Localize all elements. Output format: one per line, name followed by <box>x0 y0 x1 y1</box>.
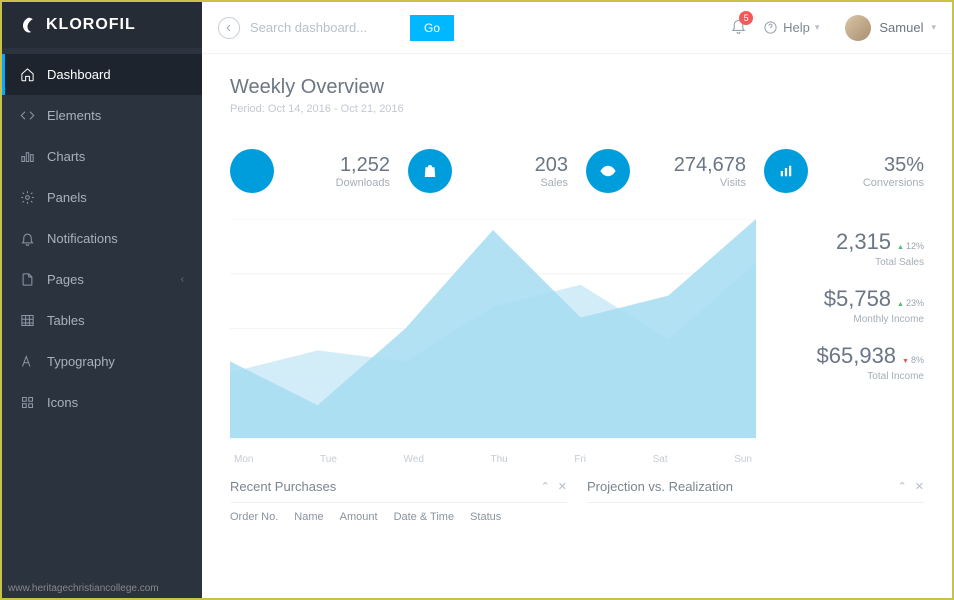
side-stat-label: Total Sales <box>784 257 924 268</box>
notifications-button[interactable]: 5 <box>730 17 747 39</box>
sidebar-item-label: Dashboard <box>47 67 184 82</box>
watermark: www.heritagechristiancollege.com <box>8 583 159 594</box>
stat-label: Conversions <box>822 177 924 189</box>
stat-visits: 274,678Visits <box>586 149 746 193</box>
stat-downloads: 1,252Downloads <box>230 149 390 193</box>
help-menu[interactable]: Help ▾ <box>763 20 819 35</box>
avatar <box>845 15 871 41</box>
panel-projection-realization: Projection vs. Realization ⌃ ✕ <box>587 479 924 523</box>
bag-icon <box>408 149 452 193</box>
side-stat-value: 2,315 <box>836 229 891 255</box>
close-icon[interactable]: ✕ <box>915 480 924 493</box>
sidebar: KLOROFIL Dashboard Elements Charts Panel… <box>2 2 202 598</box>
stat-label: Visits <box>644 177 746 189</box>
grid-icon <box>20 395 35 410</box>
home-icon <box>20 67 35 82</box>
overview-chart: MonTueWedThuFriSatSun <box>230 219 756 449</box>
chart-icon <box>764 149 808 193</box>
brand-name: KLOROFIL <box>46 16 136 34</box>
sidebar-item-charts[interactable]: Charts <box>2 136 202 177</box>
column-header: Date & Time <box>394 511 455 523</box>
stats-row: 1,252Downloads 203Sales 274,678Visits 35… <box>230 149 924 193</box>
column-header: Status <box>470 511 501 523</box>
notification-badge: 5 <box>739 11 753 25</box>
help-label: Help <box>783 20 810 35</box>
chevron-down-icon: ▾ <box>815 22 820 33</box>
sidebar-item-icons[interactable]: Icons <box>2 382 202 423</box>
panel-recent-purchases: Recent Purchases ⌃ ✕ Order No. Name Amou… <box>230 479 567 523</box>
side-stat-delta: 12% <box>897 241 924 251</box>
sidebar-item-panels[interactable]: Panels <box>2 177 202 218</box>
side-stats: 2,315 12% Total Sales $5,758 23% Monthly I… <box>784 219 924 449</box>
stat-label: Sales <box>466 177 568 189</box>
sidebar-item-pages[interactable]: Pages ‹ <box>2 259 202 300</box>
eye-icon <box>586 149 630 193</box>
typography-icon <box>20 354 35 369</box>
stat-value: 1,252 <box>288 154 390 177</box>
stat-value: 35% <box>822 154 924 177</box>
sidebar-item-label: Notifications <box>47 231 184 246</box>
sidebar-item-label: Typography <box>47 354 184 369</box>
sidebar-item-label: Panels <box>47 190 184 205</box>
gear-icon <box>20 190 35 205</box>
close-icon[interactable]: ✕ <box>558 480 567 493</box>
side-stat-value: $65,938 <box>817 343 897 369</box>
file-icon <box>20 272 35 287</box>
collapse-icon[interactable]: ⌃ <box>898 480 907 493</box>
sidebar-item-label: Icons <box>47 395 184 410</box>
column-header: Order No. <box>230 511 278 523</box>
sidebar-item-elements[interactable]: Elements <box>2 95 202 136</box>
brand-logo: KLOROFIL <box>2 2 202 48</box>
user-menu[interactable]: Samuel ▾ <box>845 15 936 41</box>
main-content: Go 5 Help ▾ Samuel ▾ Weekly Overview Per… <box>202 2 952 598</box>
stat-sales: 203Sales <box>408 149 568 193</box>
search-input[interactable] <box>250 20 400 35</box>
sidebar-item-dashboard[interactable]: Dashboard <box>2 54 202 95</box>
side-stat-monthly-income: $5,758 23% Monthly Income <box>784 286 924 325</box>
bar-chart-icon <box>20 149 35 164</box>
side-stat-value: $5,758 <box>824 286 891 312</box>
topbar: Go 5 Help ▾ Samuel ▾ <box>202 2 952 54</box>
panel-title: Projection vs. Realization <box>587 479 890 494</box>
chevron-down-icon: ▾ <box>931 22 936 33</box>
sidebar-item-label: Pages <box>47 272 169 287</box>
stat-label: Downloads <box>288 177 390 189</box>
sidebar-nav: Dashboard Elements Charts Panels Notific… <box>2 48 202 423</box>
bell-icon <box>20 231 35 246</box>
side-stat-total-sales: 2,315 12% Total Sales <box>784 229 924 268</box>
period-label: Period: Oct 14, 2016 - Oct 21, 2016 <box>230 103 924 115</box>
code-icon <box>20 108 35 123</box>
sidebar-item-notifications[interactable]: Notifications <box>2 218 202 259</box>
column-header: Amount <box>340 511 378 523</box>
collapse-icon[interactable]: ⌃ <box>541 480 550 493</box>
side-stat-delta: 23% <box>897 298 924 308</box>
sidebar-item-label: Elements <box>47 108 184 123</box>
side-stat-label: Total Income <box>784 371 924 382</box>
chevron-left-icon: ‹ <box>181 274 184 285</box>
back-button[interactable] <box>218 17 240 39</box>
download-icon <box>230 149 274 193</box>
page-title: Weekly Overview <box>230 76 924 99</box>
column-header: Name <box>294 511 323 523</box>
user-name: Samuel <box>879 20 923 35</box>
stat-value: 203 <box>466 154 568 177</box>
leaf-icon <box>20 16 38 34</box>
sidebar-item-typography[interactable]: Typography <box>2 341 202 382</box>
side-stat-label: Monthly Income <box>784 314 924 325</box>
arrow-left-icon <box>224 23 234 33</box>
stat-conversions: 35%Conversions <box>764 149 924 193</box>
table-icon <box>20 313 35 328</box>
go-button[interactable]: Go <box>410 15 454 41</box>
sidebar-item-tables[interactable]: Tables <box>2 300 202 341</box>
sidebar-item-label: Tables <box>47 313 184 328</box>
side-stat-total-income: $65,938 8% Total Income <box>784 343 924 382</box>
stat-value: 274,678 <box>644 154 746 177</box>
side-stat-delta: 8% <box>902 355 924 365</box>
table-header: Order No. Name Amount Date & Time Status <box>230 511 567 523</box>
sidebar-item-label: Charts <box>47 149 184 164</box>
panel-title: Recent Purchases <box>230 479 533 494</box>
help-icon <box>763 20 778 35</box>
